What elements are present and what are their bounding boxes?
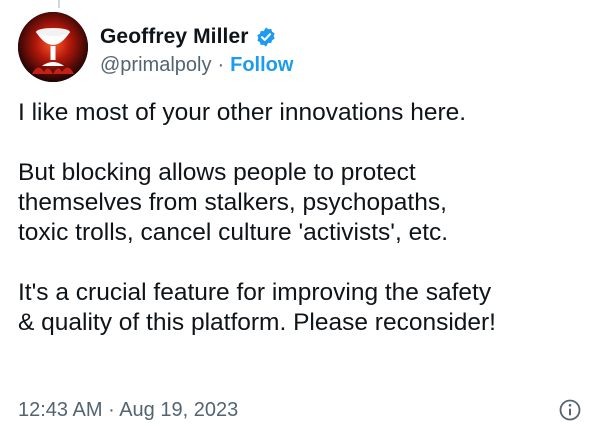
- tweet-paragraph: I like most of your other innovations he…: [18, 98, 586, 128]
- name-row: Geoffrey Miller: [100, 24, 580, 50]
- tweet-text: I like most of your other innovations he…: [18, 98, 586, 338]
- author-handle[interactable]: @primalpoly: [100, 54, 211, 77]
- tweet-line: I like most of your other innovations he…: [18, 99, 467, 126]
- tweet-line: themselves from stalkers, psychopaths,: [18, 189, 447, 216]
- tweet-timestamp[interactable]: 12:43 AM · Aug 19, 2023: [18, 399, 238, 422]
- follow-button[interactable]: Follow: [230, 54, 293, 77]
- thread-connector-line: [58, 0, 60, 8]
- tweet-paragraph: But blocking allows people to protect th…: [18, 158, 586, 248]
- avatar[interactable]: [18, 12, 88, 82]
- tweet-date: Aug 19, 2023: [119, 398, 239, 421]
- tweet-footer: 12:43 AM · Aug 19, 2023: [18, 398, 582, 422]
- info-icon[interactable]: [558, 398, 582, 422]
- tweet-line: & quality of this platform. Please recon…: [18, 309, 496, 336]
- author-name[interactable]: Geoffrey Miller: [100, 25, 249, 49]
- tweet-line: But blocking allows people to protect: [18, 159, 416, 186]
- timestamp-separator: ·: [108, 398, 115, 421]
- tweet-header: Geoffrey Miller @primalpoly · Follow: [100, 24, 580, 77]
- handle-separator: ·: [217, 54, 225, 76]
- tweet-time: 12:43 AM: [18, 398, 103, 421]
- tweet-line: toxic trolls, cancel culture 'activists'…: [18, 219, 449, 246]
- avatar-image: [18, 12, 88, 82]
- verified-badge-icon: [256, 27, 275, 47]
- tweet-line: It's a crucial feature for improving the…: [18, 279, 492, 306]
- handle-row: @primalpoly · Follow: [100, 54, 580, 77]
- tweet-paragraph: It's a crucial feature for improving the…: [18, 278, 586, 338]
